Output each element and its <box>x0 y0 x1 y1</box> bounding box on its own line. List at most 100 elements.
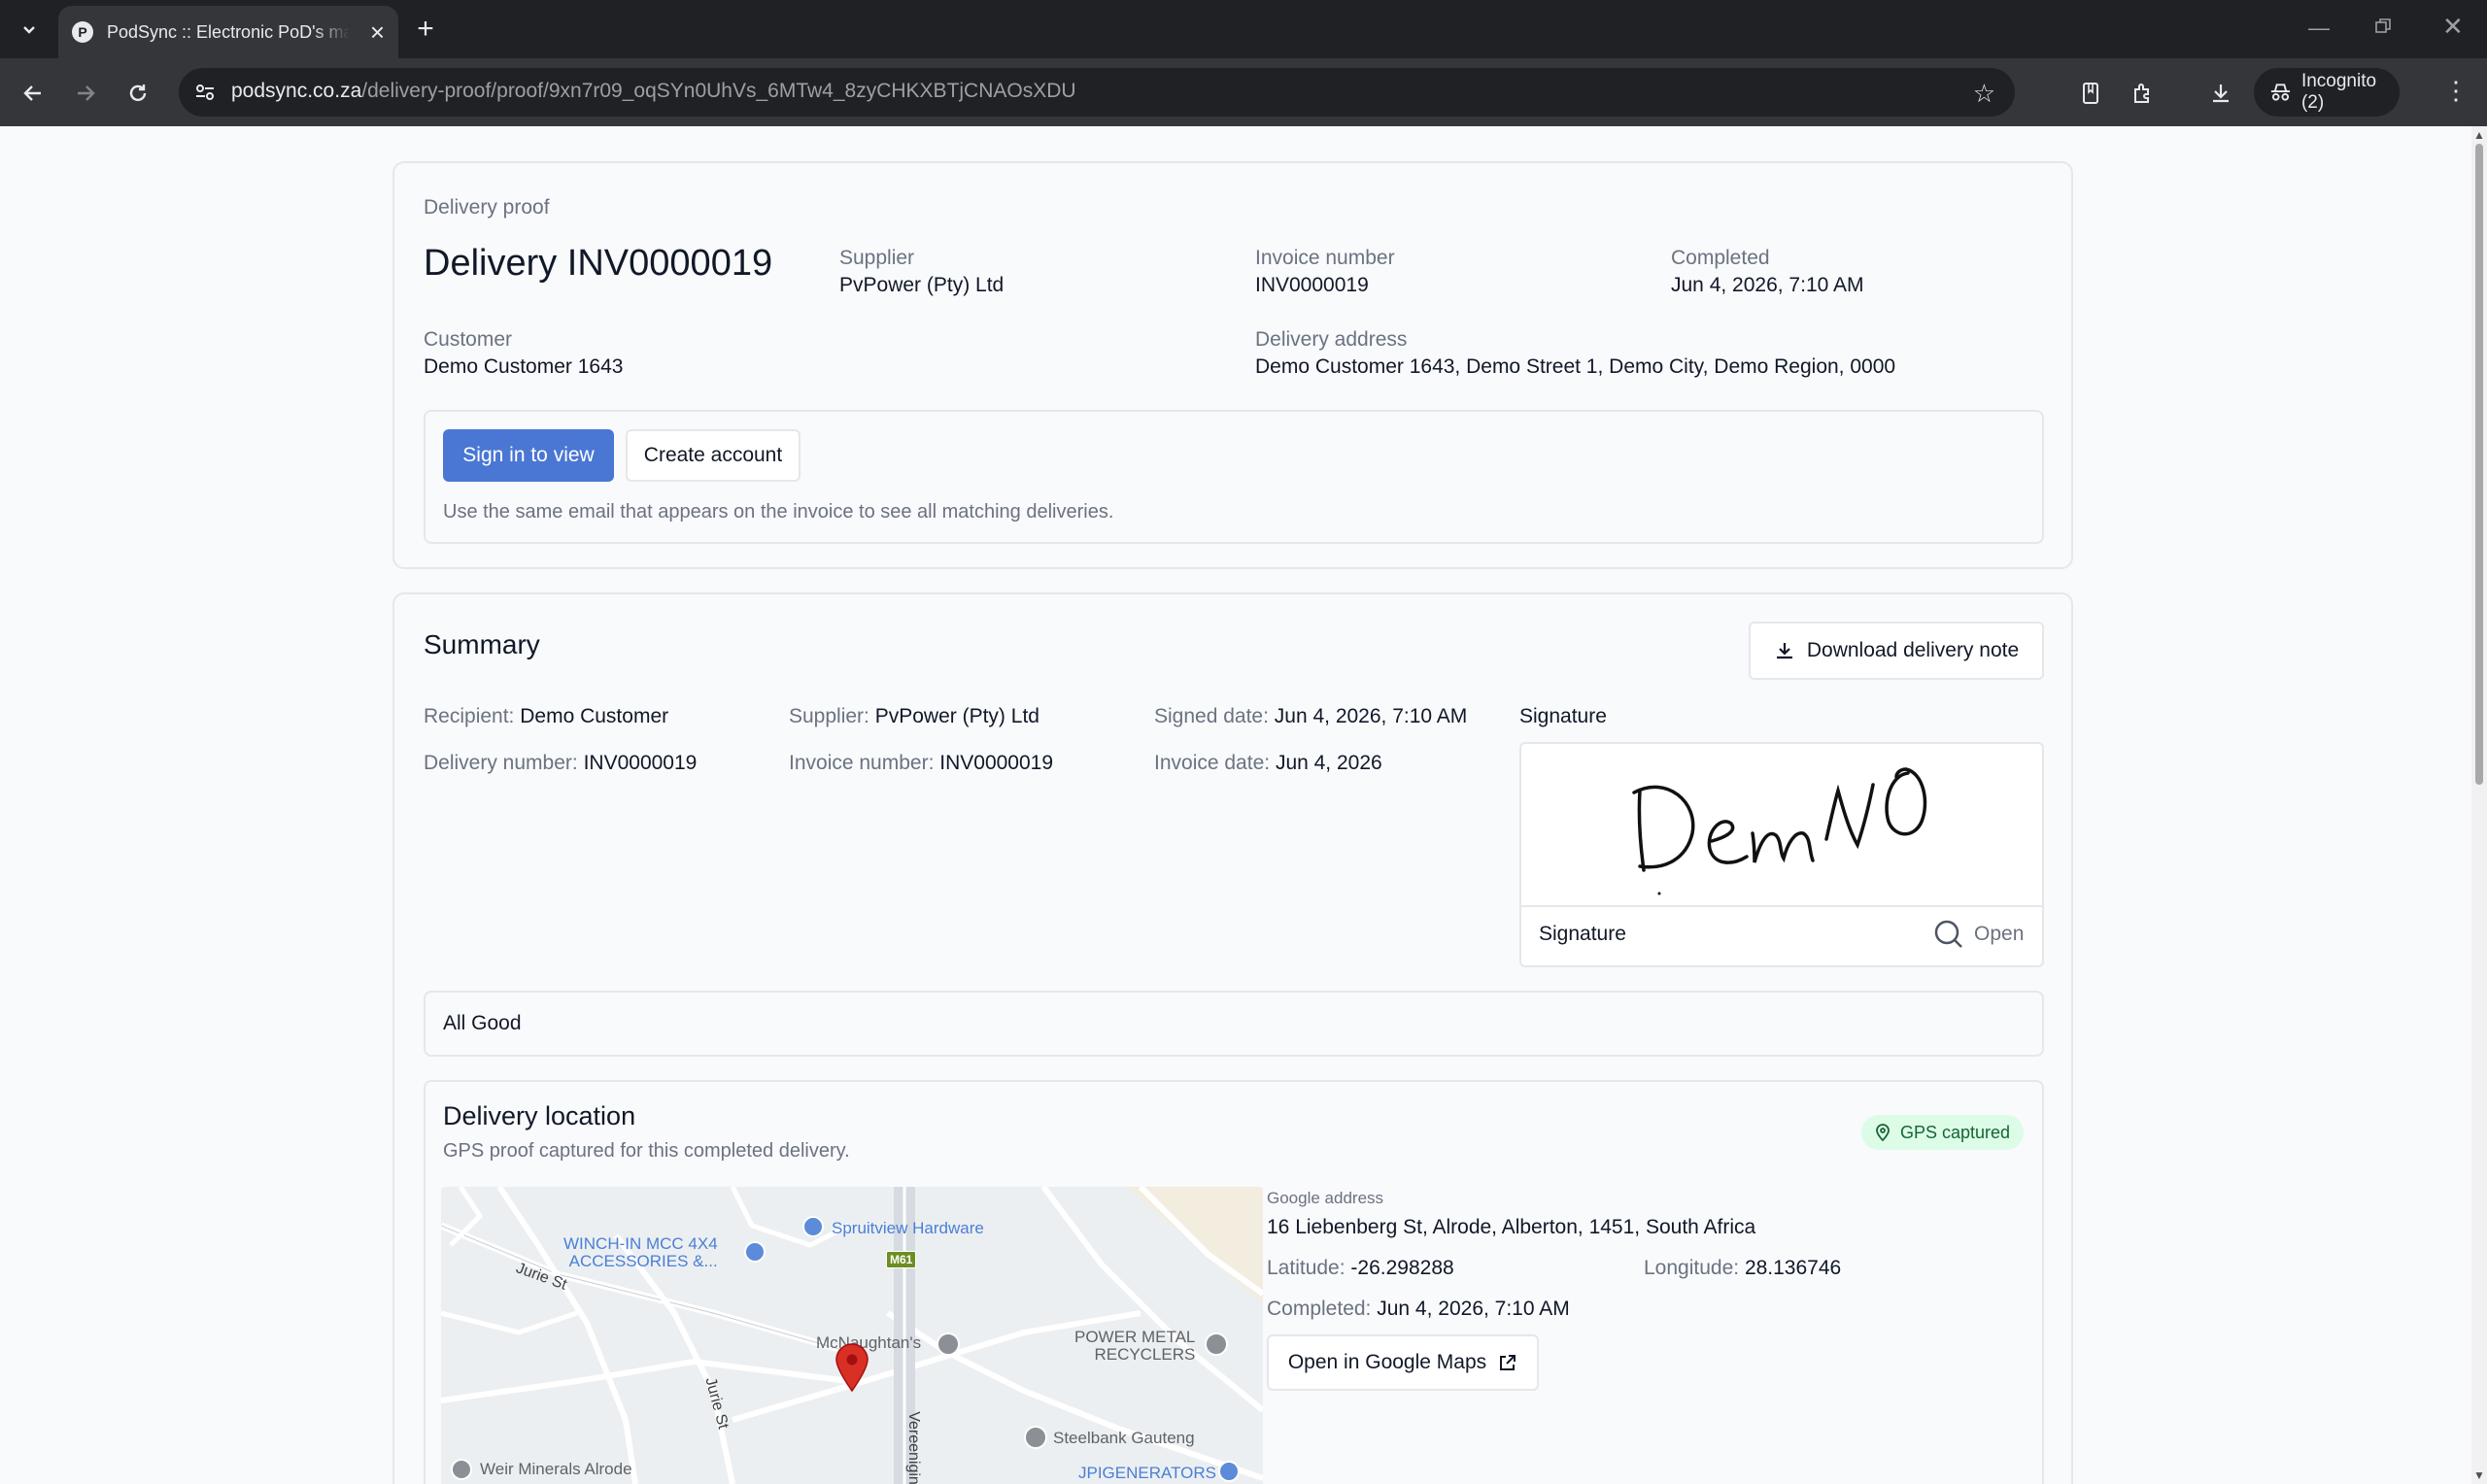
site-info-icon[interactable] <box>192 80 218 105</box>
restore-window-icon[interactable] <box>2374 16 2392 41</box>
delivery-address-value: Demo Customer 1643, Demo Street 1, Demo … <box>1255 355 1896 378</box>
map-poi-jpi: JPIGENERATORS <box>1078 1464 1217 1482</box>
tab-search-button[interactable] <box>10 14 49 45</box>
m61-road-shield: M61 <box>886 1251 917 1268</box>
browser-menu-icon[interactable]: ⋮ <box>2438 76 2473 106</box>
business-pin-icon <box>937 1332 960 1356</box>
delivery-location-subtitle: GPS proof captured for this completed de… <box>443 1140 850 1162</box>
supplier-value: PvPower (Pty) Ltd <box>839 274 1005 296</box>
reload-button[interactable] <box>120 76 155 111</box>
scrollbar-thumb[interactable] <box>2475 144 2483 785</box>
recipient-field: Recipient: Demo Customer <box>424 705 668 728</box>
completed-label: Completed <box>1671 247 1770 269</box>
reload-icon <box>129 84 147 102</box>
summary-title: Summary <box>424 629 540 659</box>
sign-in-hint: Use the same email that appears on the i… <box>443 501 1114 523</box>
map-poi-winch: WINCH-IN MCC 4X4 ACCESSORIES &... <box>563 1235 718 1270</box>
signature-open-label: Open <box>1974 923 2025 945</box>
invoice-date-field: Invoice date: Jun 4, 2026 <box>1154 752 1382 775</box>
scroll-up-arrow-icon[interactable]: ▲ <box>2473 128 2485 142</box>
delivery-number-field: Delivery number: INV0000019 <box>424 752 697 775</box>
map-pin-icon <box>1876 1124 1890 1141</box>
summary-supplier-value: PvPower (Pty) Ltd <box>874 705 1039 727</box>
map-poi-spruitview: Spruitview Hardware <box>832 1219 984 1237</box>
sign-in-button[interactable]: Sign in to view <box>443 429 614 482</box>
tab-title: PodSync :: Electronic PoD's made simple <box>107 21 350 42</box>
scroll-down-arrow-icon[interactable]: ▼ <box>2473 1468 2485 1482</box>
signature-image <box>1632 767 1927 895</box>
map-poi-weir: Weir Minerals Alrode <box>480 1460 632 1478</box>
customer-label: Customer <box>424 328 513 351</box>
longitude-label: Longitude: <box>1644 1257 1740 1279</box>
create-account-button[interactable]: Create account <box>626 429 801 482</box>
map-poi-power-metal: POWER METAL RECYCLERS <box>1074 1329 1195 1364</box>
signed-date-field: Signed date: Jun 4, 2026, 7:10 AM <box>1154 705 1467 728</box>
summary-invoice-number-value: INV0000019 <box>939 752 1054 774</box>
minimize-window-icon[interactable]: — <box>2308 16 2330 41</box>
extensions-icon[interactable] <box>2126 76 2161 111</box>
download-delivery-note-button[interactable]: Download delivery note <box>1749 622 2044 680</box>
close-window-icon[interactable]: ✕ <box>2442 12 2464 42</box>
address-bar[interactable]: podsync.co.za/delivery-proof/proof/9xn7r… <box>179 68 2015 117</box>
recipient-value: Demo Customer <box>520 705 669 727</box>
page-title: Delivery INV0000019 <box>424 243 773 284</box>
page-scrollbar[interactable]: ▲ ▼ <box>2471 126 2487 1484</box>
gps-captured-badge: GPS captured <box>1861 1115 2025 1150</box>
signature-caption: Signature <box>1539 923 1626 945</box>
gps-captured-label: GPS captured <box>1900 1122 2011 1142</box>
delivery-number-value: INV0000019 <box>583 752 698 774</box>
incognito-icon <box>2270 84 2291 101</box>
url-host: podsync.co.za <box>231 80 362 102</box>
longitude-field: Longitude: 28.136746 <box>1644 1257 1841 1280</box>
url-path: /delivery-proof/proof/9xn7r09_oqSYn0UhVs… <box>361 80 1076 102</box>
close-tab-icon[interactable]: × <box>370 19 385 45</box>
delivery-proof-card: Delivery proof Delivery INV0000019 Suppl… <box>392 161 2073 569</box>
incognito-label: Incognito (2) <box>2300 71 2377 113</box>
map-poi-power-line1: POWER METAL <box>1074 1328 1196 1346</box>
browser-toolbar: podsync.co.za/delivery-proof/proof/9xn7r… <box>0 58 2487 126</box>
recipient-label: Recipient: <box>424 705 515 727</box>
new-tab-button[interactable]: + <box>408 13 443 45</box>
latitude-field: Latitude: -26.298288 <box>1267 1257 1454 1280</box>
invoice-date-value: Jun 4, 2026 <box>1275 752 1382 774</box>
customer-value: Demo Customer 1643 <box>424 355 624 378</box>
longitude-value: 28.136746 <box>1744 1257 1842 1279</box>
invoice-number-label: Invoice number <box>1255 247 1395 269</box>
incognito-indicator[interactable]: Incognito (2) <box>2254 68 2400 117</box>
arrow-left-icon <box>23 85 41 101</box>
delivery-note-box: All Good <box>424 991 2044 1057</box>
bookmark-star-icon[interactable]: ☆ <box>1973 79 1995 109</box>
summary-supplier-field: Supplier: PvPower (Pty) Ltd <box>789 705 1039 728</box>
latitude-label: Latitude: <box>1267 1257 1346 1279</box>
url-text[interactable]: podsync.co.za/delivery-proof/proof/9xn7r… <box>231 80 1076 103</box>
completed-value: Jun 4, 2026, 7:10 AM <box>1671 274 1864 296</box>
open-google-maps-button[interactable]: Open in Google Maps <box>1267 1334 1539 1391</box>
delivery-map[interactable]: M61 WINCH-IN MCC 4X4 ACCESSORIES &... Sp… <box>441 1187 1263 1484</box>
download-icon[interactable] <box>2203 76 2238 111</box>
site-favicon-icon: P <box>72 21 93 43</box>
delivery-address-label: Delivery address <box>1255 328 1408 351</box>
signature-tile[interactable]: Signature Open <box>1519 742 2044 967</box>
invoice-number-value: INV0000019 <box>1255 274 1369 296</box>
browser-tab-strip: P PodSync :: Electronic PoD's made simpl… <box>0 0 2487 58</box>
page-viewport: Delivery proof Delivery INV0000019 Suppl… <box>0 126 2471 1484</box>
external-link-icon <box>1500 1355 1516 1370</box>
back-button[interactable] <box>16 76 51 111</box>
business-pin-icon <box>1024 1426 1047 1449</box>
download-delivery-note-label: Download delivery note <box>1806 639 2020 661</box>
delivery-location-marker-icon[interactable] <box>834 1342 870 1393</box>
reading-list-icon[interactable] <box>2073 76 2108 111</box>
summary-invoice-number-field: Invoice number: INV0000019 <box>789 752 1053 775</box>
summary-supplier-label: Supplier: <box>789 705 869 727</box>
forward-button[interactable] <box>68 76 103 111</box>
shopping-pin-icon <box>802 1216 824 1237</box>
signature-open-button[interactable]: Open <box>1933 919 2024 950</box>
google-address-value: 16 Liebenberg St, Alrode, Alberton, 1451… <box>1267 1216 1756 1238</box>
map-poi-power-line2: RECYCLERS <box>1094 1345 1196 1364</box>
browser-tab-active[interactable]: P PodSync :: Electronic PoD's made simpl… <box>58 6 398 58</box>
shopping-pin-icon <box>1218 1461 1240 1482</box>
open-google-maps-label: Open in Google Maps <box>1287 1351 1487 1373</box>
signed-date-label: Signed date: <box>1154 705 1269 727</box>
location-completed-value: Jun 4, 2026, 7:10 AM <box>1377 1298 1570 1320</box>
map-road-vereeniging: Vereenigin <box>904 1411 922 1484</box>
